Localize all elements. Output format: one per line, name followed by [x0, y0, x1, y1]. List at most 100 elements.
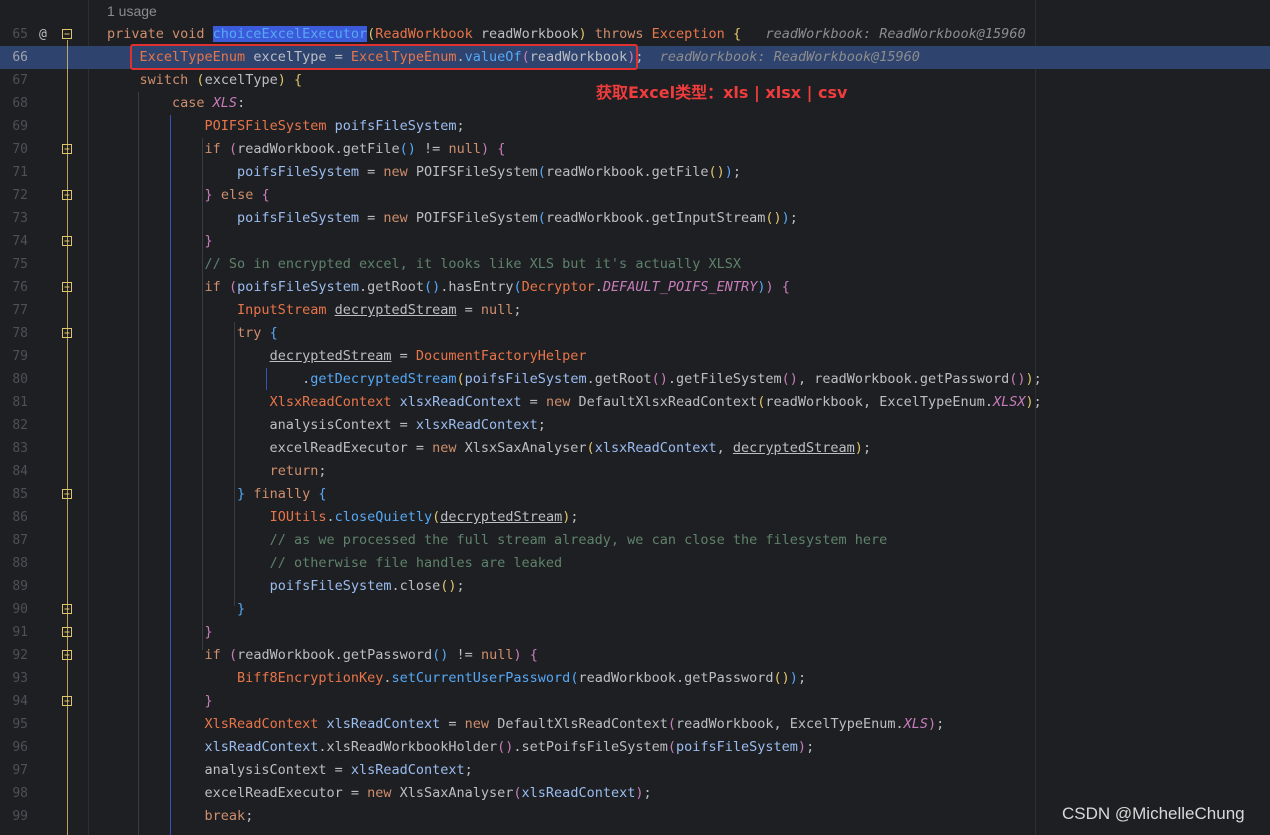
line-number[interactable]: 94 [0, 690, 28, 713]
line-number[interactable]: 88 [0, 552, 28, 575]
code-text[interactable]: } finally { [107, 483, 326, 506]
code-line-88[interactable]: 88 // otherwise file handles are leaked [0, 552, 1270, 575]
code-line-97[interactable]: 97 analysisContext = xlsReadContext; [0, 759, 1270, 782]
code-line-75[interactable]: 75 // So in encrypted excel, it looks li… [0, 253, 1270, 276]
line-number[interactable]: 97 [0, 759, 28, 782]
code-line-71[interactable]: 71 poifsFileSystem = new POIFSFileSystem… [0, 161, 1270, 184]
line-number[interactable]: 72 [0, 184, 28, 207]
line-number[interactable]: 91 [0, 621, 28, 644]
code-text[interactable]: xlsReadContext.xlsReadWorkbookHolder().s… [107, 736, 815, 759]
line-number[interactable]: 90 [0, 598, 28, 621]
code-line-85[interactable]: 85 } finally { [0, 483, 1270, 506]
code-text[interactable]: decryptedStream = DocumentFactoryHelper [107, 345, 587, 368]
code-line-90[interactable]: 90 } [0, 598, 1270, 621]
line-number[interactable]: 86 [0, 506, 28, 529]
code-text[interactable]: } else { [107, 184, 270, 207]
code-text[interactable]: if (poifsFileSystem.getRoot().hasEntry(D… [107, 276, 790, 299]
line-number[interactable]: 99 [0, 805, 28, 828]
line-number[interactable]: 68 [0, 92, 28, 115]
line-number[interactable]: 81 [0, 391, 28, 414]
code-line-80[interactable]: 80 .getDecryptedStream(poifsFileSystem.g… [0, 368, 1270, 391]
code-line-82[interactable]: 82 analysisContext = xlsxReadContext; [0, 414, 1270, 437]
code-line-77[interactable]: 77 InputStream decryptedStream = null; [0, 299, 1270, 322]
code-line-74[interactable]: 74 } [0, 230, 1270, 253]
code-text[interactable]: case XLS: [107, 92, 245, 115]
line-number[interactable]: 75 [0, 253, 28, 276]
code-line-78[interactable]: 78 try { [0, 322, 1270, 345]
code-text[interactable]: IOUtils.closeQuietly(decryptedStream); [107, 506, 579, 529]
code-text[interactable]: poifsFileSystem.close(); [107, 575, 465, 598]
code-text[interactable]: } [107, 621, 213, 644]
code-line-96[interactable]: 96 xlsReadContext.xlsReadWorkbookHolder(… [0, 736, 1270, 759]
code-line-76[interactable]: 76 if (poifsFileSystem.getRoot().hasEntr… [0, 276, 1270, 299]
line-number[interactable]: 83 [0, 437, 28, 460]
line-number[interactable]: 85 [0, 483, 28, 506]
code-text[interactable]: // otherwise file handles are leaked [107, 552, 563, 575]
line-number[interactable]: 87 [0, 529, 28, 552]
code-text[interactable]: XlsxReadContext xlsxReadContext = new De… [107, 391, 1042, 414]
code-text[interactable]: if (readWorkbook.getPassword() != null) … [107, 644, 538, 667]
code-text[interactable]: .getDecryptedStream(poifsFileSystem.getR… [107, 368, 1042, 391]
code-text[interactable]: } [107, 690, 213, 713]
code-line-92[interactable]: 92 if (readWorkbook.getPassword() != nul… [0, 644, 1270, 667]
code-text[interactable]: excelReadExecutor = new XlsxSaxAnalyser(… [107, 437, 872, 460]
code-line-86[interactable]: 86 IOUtils.closeQuietly(decryptedStream)… [0, 506, 1270, 529]
code-line-94[interactable]: 94 } [0, 690, 1270, 713]
line-number[interactable]: 69 [0, 115, 28, 138]
line-number[interactable]: 84 [0, 460, 28, 483]
line-number[interactable]: 78 [0, 322, 28, 345]
line-number[interactable]: 76 [0, 276, 28, 299]
line-number[interactable]: 71 [0, 161, 28, 184]
code-line-72[interactable]: 72 } else { [0, 184, 1270, 207]
code-text[interactable]: switch (excelType) { [107, 69, 303, 92]
code-text[interactable]: } [107, 230, 213, 253]
code-line-87[interactable]: 87 // as we processed the full stream al… [0, 529, 1270, 552]
code-line-83[interactable]: 83 excelReadExecutor = new XlsxSaxAnalys… [0, 437, 1270, 460]
code-line-89[interactable]: 89 poifsFileSystem.close(); [0, 575, 1270, 598]
code-text[interactable]: Biff8EncryptionKey.setCurrentUserPasswor… [107, 667, 806, 690]
code-text[interactable]: XlsReadContext xlsReadContext = new Defa… [107, 713, 945, 736]
line-number[interactable]: 66 [0, 46, 28, 69]
line-number[interactable]: 65 [0, 23, 28, 46]
code-text[interactable]: } [107, 598, 245, 621]
line-number[interactable]: 82 [0, 414, 28, 437]
code-text[interactable]: private void choiceExcelExecutor(ReadWor… [107, 23, 1026, 46]
code-text[interactable]: POIFSFileSystem poifsFileSystem; [107, 115, 465, 138]
usage-hint[interactable]: 1 usage [107, 0, 157, 23]
code-text[interactable]: // as we processed the full stream alrea… [107, 529, 888, 552]
code-line-84[interactable]: 84 return; [0, 460, 1270, 483]
code-line-95[interactable]: 95 XlsReadContext xlsReadContext = new D… [0, 713, 1270, 736]
code-text[interactable]: analysisContext = xlsReadContext; [107, 759, 473, 782]
code-text[interactable]: return; [107, 460, 327, 483]
code-text[interactable]: analysisContext = xlsxReadContext; [107, 414, 546, 437]
line-number[interactable]: 96 [0, 736, 28, 759]
code-text[interactable]: excelReadExecutor = new XlsSaxAnalyser(x… [107, 782, 652, 805]
code-text[interactable]: poifsFileSystem = new POIFSFileSystem(re… [107, 207, 798, 230]
line-number[interactable]: 67 [0, 69, 28, 92]
annotation-marker-icon[interactable]: @ [39, 23, 47, 46]
code-text[interactable]: if (readWorkbook.getFile() != null) { [107, 138, 506, 161]
code-line-98[interactable]: 98 excelReadExecutor = new XlsSaxAnalyse… [0, 782, 1270, 805]
line-number[interactable]: 89 [0, 575, 28, 598]
code-line-70[interactable]: 70 if (readWorkbook.getFile() != null) { [0, 138, 1270, 161]
line-number[interactable]: 74 [0, 230, 28, 253]
line-number[interactable]: 80 [0, 368, 28, 391]
line-number[interactable]: 73 [0, 207, 28, 230]
line-number[interactable]: 98 [0, 782, 28, 805]
line-number[interactable]: 70 [0, 138, 28, 161]
code-line-93[interactable]: 93 Biff8EncryptionKey.setCurrentUserPass… [0, 667, 1270, 690]
line-number[interactable]: 77 [0, 299, 28, 322]
line-number[interactable]: 95 [0, 713, 28, 736]
fold-toggle-icon[interactable] [62, 29, 72, 39]
code-text[interactable]: try { [107, 322, 278, 345]
code-line-69[interactable]: 69 POIFSFileSystem poifsFileSystem; [0, 115, 1270, 138]
line-number[interactable]: 93 [0, 667, 28, 690]
code-line-81[interactable]: 81 XlsxReadContext xlsxReadContext = new… [0, 391, 1270, 414]
code-text[interactable]: break; [107, 805, 254, 828]
code-line-91[interactable]: 91 } [0, 621, 1270, 644]
code-line-73[interactable]: 73 poifsFileSystem = new POIFSFileSystem… [0, 207, 1270, 230]
code-line-65[interactable]: 65 @ private void choiceExcelExecutor(Read… [0, 23, 1270, 46]
line-number[interactable]: 92 [0, 644, 28, 667]
line-number[interactable]: 79 [0, 345, 28, 368]
code-line-79[interactable]: 79 decryptedStream = DocumentFactoryHelp… [0, 345, 1270, 368]
